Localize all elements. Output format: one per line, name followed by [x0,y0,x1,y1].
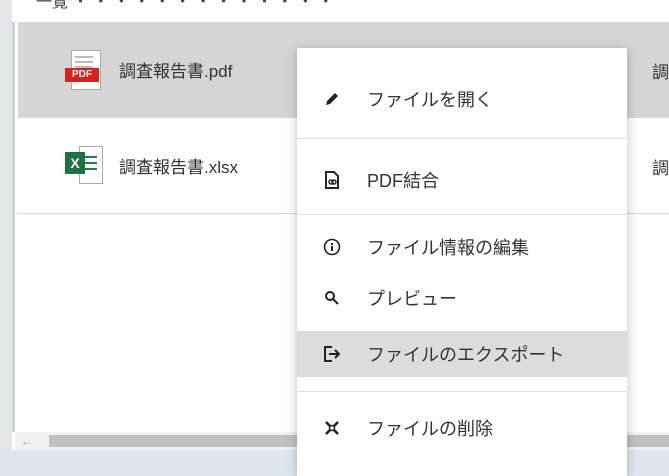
left-border [0,0,12,476]
menu-item-label: プレビュー [367,289,457,309]
menu-item-edit-info[interactable]: ファイル情報の編集 [297,224,627,270]
export-icon [297,346,367,362]
menu-item-pdf-merge[interactable]: PDF結合 [297,157,627,203]
menu-item-label: ファイルの削除 [367,419,493,439]
menu-item-delete[interactable]: ファイルの削除 [297,405,627,451]
delete-icon [297,419,367,437]
pdf-file-icon: PDF [65,49,103,90]
menu-separator [297,138,627,139]
menu-separator [297,391,627,392]
menu-item-export[interactable]: ファイルのエクスポート [297,331,627,377]
context-menu: ファイルを開く PDF結合 ファイル情報の編集 プレビュー ファイルのエクスポー… [297,48,627,476]
menu-item-preview[interactable]: プレビュー [297,275,627,321]
menu-separator [297,214,627,215]
file-name[interactable]: 調査報告書.xlsx [119,153,238,178]
excel-file-icon: X [65,145,103,186]
left-rule [12,22,15,432]
file-name[interactable]: 調査報告書.pdf [119,57,232,82]
row-cell-truncated: 調 [652,159,669,178]
row-cell-truncated: 調 [652,63,669,82]
search-icon [297,290,367,306]
pdf-merge-icon [297,171,367,189]
top-partial-text: 一覧 ・ ・ ・ ・ ・ ・ ・ ・ ・ ・ ・ ・ ・ [36,0,334,11]
menu-item-label: ファイルを開く [367,90,493,110]
menu-item-label: ファイルのエクスポート [367,345,565,365]
scroll-left-arrow-icon[interactable]: ← [21,434,33,448]
menu-item-label: PDF結合 [367,171,439,191]
info-icon [297,238,367,256]
pencil-icon [297,90,367,108]
menu-item-label: ファイル情報の編集 [367,238,529,258]
top-strip: 一覧 ・ ・ ・ ・ ・ ・ ・ ・ ・ ・ ・ ・ ・ [0,0,669,22]
menu-item-open-file[interactable]: ファイルを開く [297,76,627,122]
